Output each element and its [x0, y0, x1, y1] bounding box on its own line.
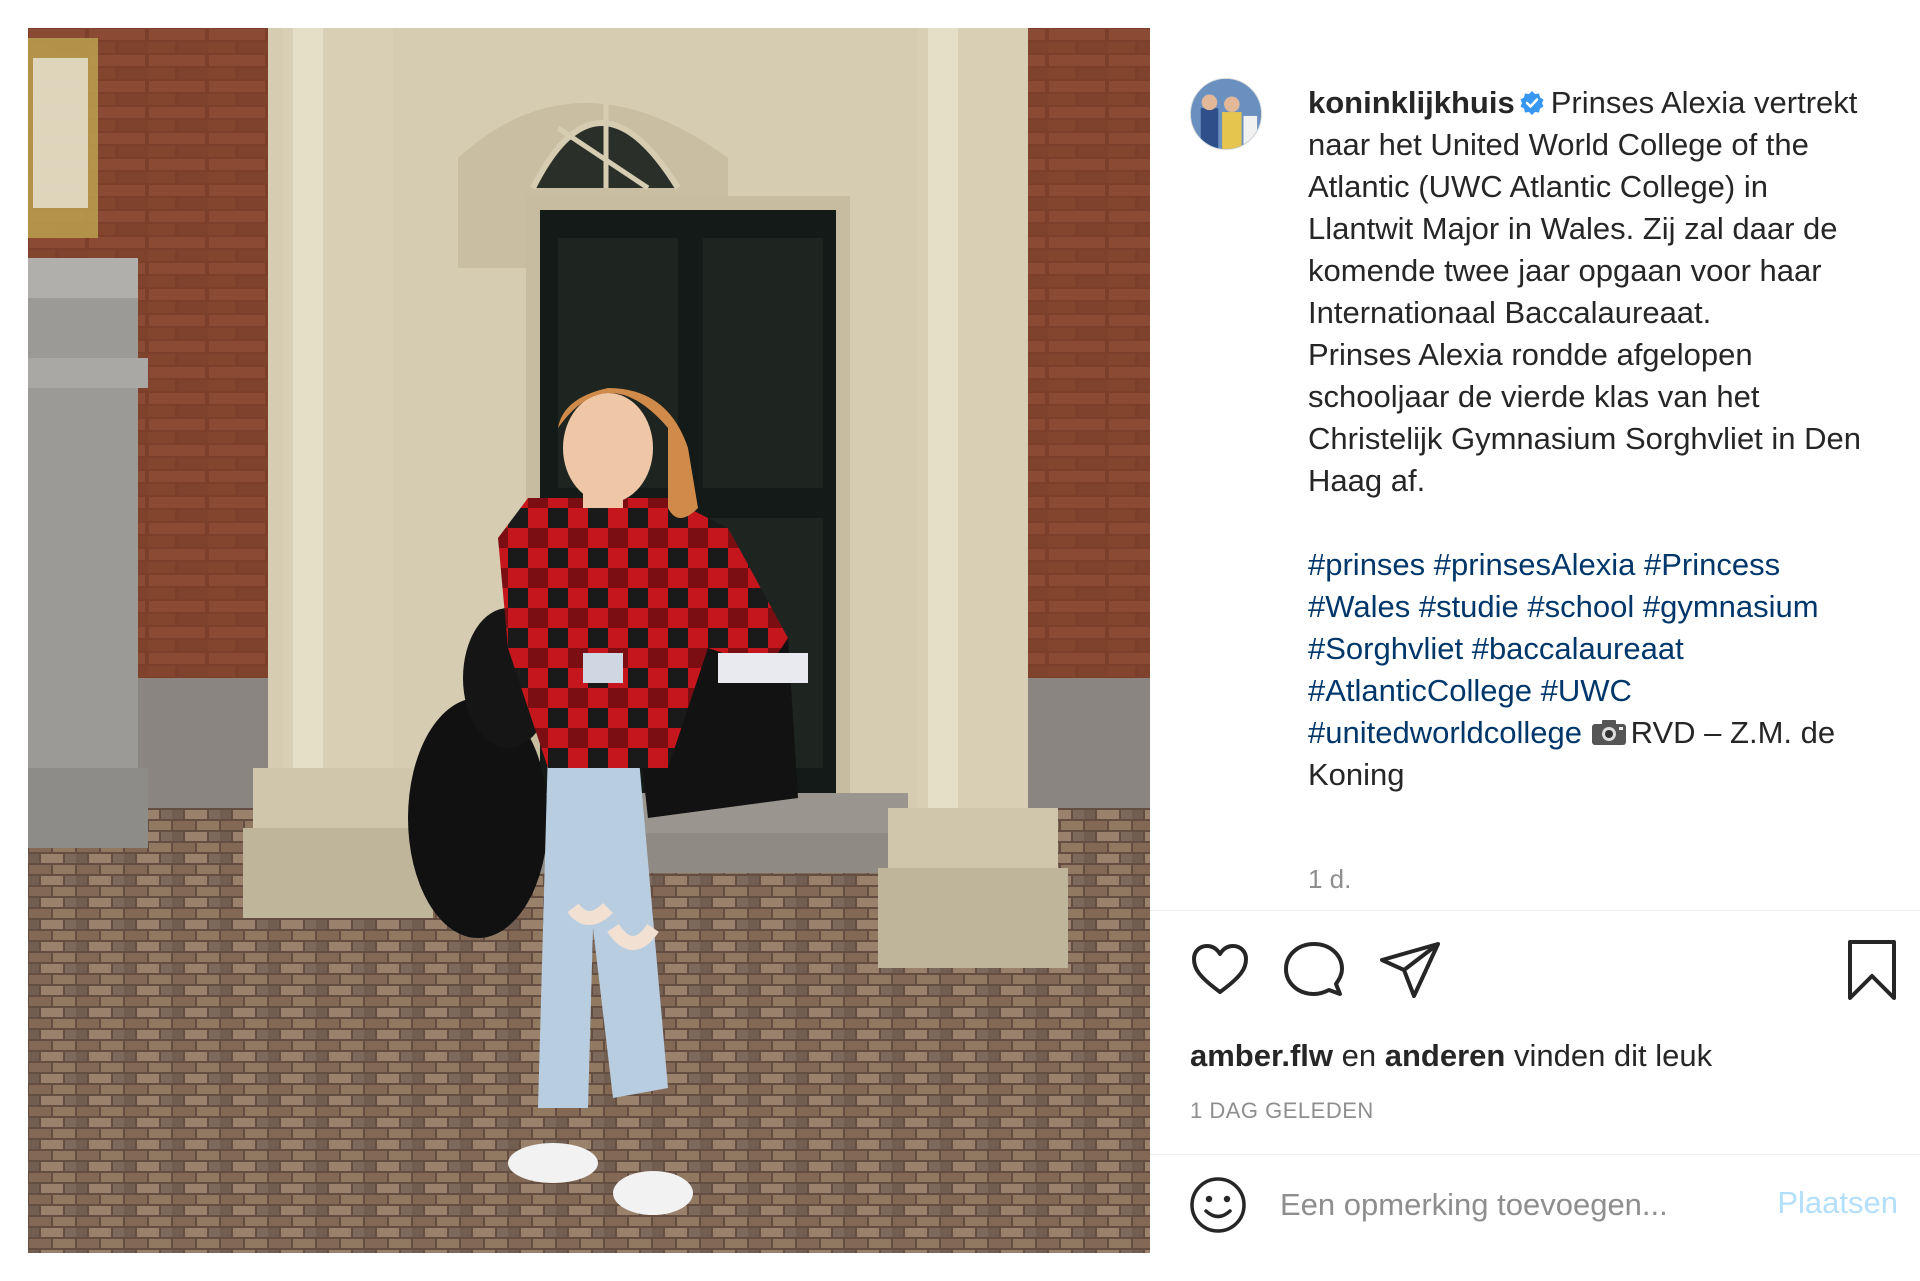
likes-connector: en — [1341, 1038, 1377, 1073]
comment-bubble-icon — [1284, 942, 1344, 996]
likes-summary: amber.flw en anderen vinden dit leuk — [1190, 1038, 1712, 1074]
likes-others-link[interactable]: anderen — [1385, 1038, 1506, 1073]
posted-ago[interactable]: 1 DAG GELEDEN — [1190, 1098, 1374, 1124]
post-photo[interactable] — [28, 28, 1150, 1253]
verified-badge-icon — [1520, 91, 1544, 115]
emoji-button[interactable] — [1188, 1175, 1248, 1235]
action-bar — [1188, 938, 1908, 1008]
divider — [1150, 910, 1920, 911]
post-comment-button[interactable]: Plaatsen — [1777, 1185, 1898, 1221]
avatar-image — [1191, 79, 1261, 149]
camera-icon — [1591, 720, 1626, 745]
paper-plane-icon — [1380, 942, 1440, 998]
post-username[interactable]: koninklijkhuis — [1308, 85, 1515, 120]
share-button[interactable] — [1378, 938, 1442, 1002]
likes-user-link[interactable]: amber.flw — [1190, 1038, 1333, 1073]
comment-button[interactable] — [1282, 938, 1346, 1002]
post-caption: koninklijkhuis Prinses Alexia vertrekt na… — [1308, 82, 1868, 796]
caption-text: Prinses Alexia vertrekt naar het United … — [1308, 85, 1862, 498]
profile-avatar[interactable] — [1190, 78, 1262, 150]
like-button[interactable] — [1188, 938, 1252, 1002]
save-button[interactable] — [1840, 938, 1904, 1002]
post-side-panel: koninklijkhuis Prinses Alexia vertrekt na… — [1150, 28, 1920, 1253]
comment-form: Plaatsen — [1150, 1155, 1920, 1253]
post-time-short[interactable]: 1 d. — [1308, 864, 1351, 895]
photo-illustration — [28, 28, 1150, 1253]
heart-icon — [1192, 944, 1248, 994]
caption-area: koninklijkhuis Prinses Alexia vertrekt na… — [1150, 28, 1920, 910]
likes-suffix: vinden dit leuk — [1513, 1038, 1713, 1073]
comment-input[interactable] — [1280, 1177, 1740, 1233]
smiley-icon — [1190, 1177, 1246, 1233]
bookmark-icon — [1848, 940, 1896, 1000]
